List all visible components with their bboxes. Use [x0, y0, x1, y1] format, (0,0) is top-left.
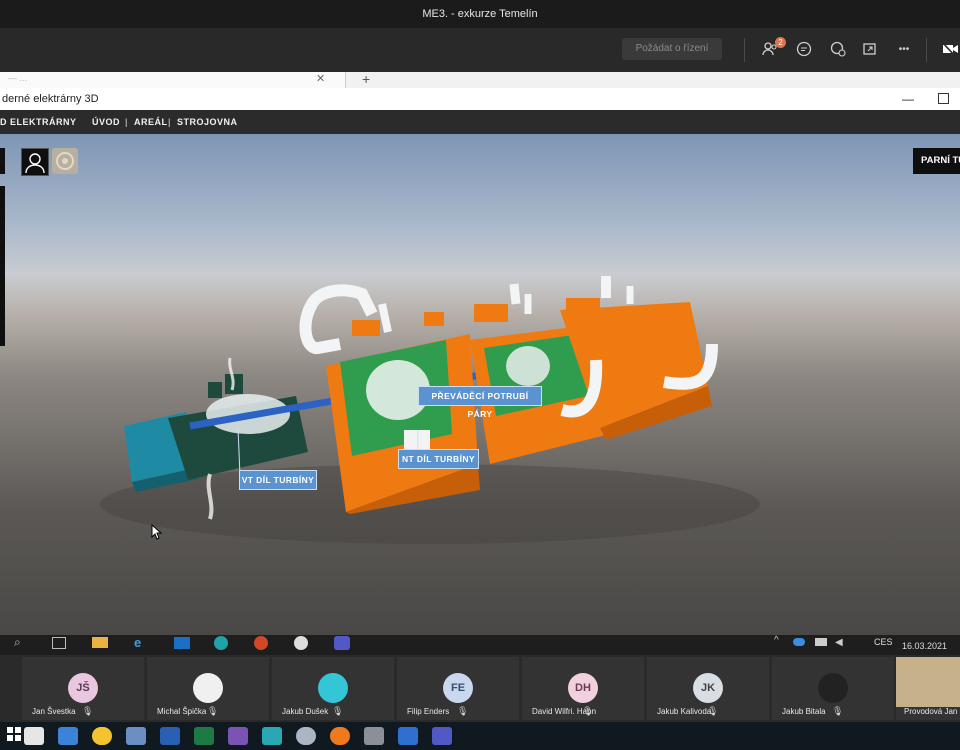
remote-desktop-icon[interactable]: [262, 727, 282, 745]
muted-mic-icon: 🎙: [332, 706, 344, 716]
reactions-icon[interactable]: [828, 40, 848, 60]
participant-name: Filip Enders: [407, 707, 450, 716]
photos-icon[interactable]: [398, 727, 418, 745]
camera-off-icon[interactable]: [940, 40, 960, 60]
store-icon[interactable]: [24, 727, 44, 745]
volume-icon[interactable]: ◀: [835, 637, 843, 648]
chrome-icon[interactable]: [92, 727, 112, 745]
participant-avatar: [896, 657, 960, 707]
participant-tile[interactable]: JŠ Jan Švestka 🎙: [22, 657, 144, 720]
edge-icon[interactable]: [214, 636, 228, 650]
participant-avatar: JŠ: [68, 673, 98, 703]
chat-icon[interactable]: [794, 40, 814, 60]
participant-avatar: [318, 673, 348, 703]
muted-mic-icon: 🎙: [457, 706, 469, 716]
minimize-icon[interactable]: —: [902, 88, 914, 110]
mouse-cursor-icon: [151, 524, 163, 540]
participant-name: Jakub Kalivoda: [657, 707, 712, 716]
file-explorer-icon[interactable]: [92, 637, 108, 648]
app-window-title: derné elektrárny 3D: [2, 93, 99, 105]
turbine-3d-model[interactable]: [0, 134, 960, 635]
label-vt-turbine[interactable]: VT DÍL TURBÍNY: [239, 470, 317, 490]
save-icon[interactable]: [228, 727, 248, 745]
app-brand: D ELEKTRÁRNY: [0, 117, 77, 127]
3d-viewport[interactable]: PARNÍ TU: [0, 134, 960, 635]
muted-mic-icon: 🎙: [832, 706, 844, 716]
tools-icon[interactable]: [296, 727, 316, 745]
powerpoint-icon[interactable]: [254, 636, 268, 650]
clock-date[interactable]: 16.03.2021: [902, 641, 947, 651]
close-tab-icon[interactable]: ✕: [316, 72, 325, 85]
participant-tile[interactable]: Michal Špička 🎙: [147, 657, 269, 720]
outlook-icon[interactable]: [174, 637, 190, 649]
new-tab-button[interactable]: +: [362, 71, 370, 87]
system-tray-row: ⌕ e ^ ◀ CES 16.03.2021: [0, 635, 960, 655]
muted-mic-icon: 🎙: [82, 706, 94, 716]
participant-tile[interactable]: FE Filip Enders 🎙: [397, 657, 519, 720]
menu-separator: |: [168, 117, 172, 127]
participant-tile[interactable]: Provodová Jan: [896, 657, 960, 720]
muted-mic-icon: 🎙: [207, 706, 219, 716]
participant-avatar: JK: [693, 673, 723, 703]
more-options-icon[interactable]: •••: [894, 40, 914, 60]
participant-name: Jakub Dušek: [282, 707, 329, 716]
app-window-titlebar: derné elektrárny 3D —: [0, 88, 960, 110]
app-menu-bar: D ELEKTRÁRNY ÚVOD | AREÁL | STROJOVNA: [0, 110, 960, 134]
app-icon[interactable]: [294, 636, 308, 650]
menu-item-uvod[interactable]: ÚVOD: [92, 110, 120, 134]
share-tray-icon[interactable]: [860, 40, 880, 60]
maximize-icon[interactable]: [938, 93, 949, 104]
excel-icon[interactable]: [194, 727, 214, 745]
participant-avatar: [818, 673, 848, 703]
meeting-toolbar: [0, 28, 960, 72]
participant-tile[interactable]: Jakub Bitala 🎙: [772, 657, 894, 720]
menu-separator: |: [125, 117, 129, 127]
search-icon[interactable]: ⌕: [14, 635, 21, 650]
participant-tile[interactable]: JK Jakub Kalivoda 🎙: [647, 657, 769, 720]
participants-count-badge: 2: [775, 37, 786, 48]
word-icon[interactable]: [160, 727, 180, 745]
muted-mic-icon: 🎙: [707, 706, 719, 716]
calculator-icon[interactable]: [364, 727, 384, 745]
language-indicator[interactable]: CES: [874, 637, 893, 647]
teams-taskbar-icon[interactable]: [432, 727, 452, 745]
tray-chevron-icon[interactable]: ^: [774, 635, 779, 646]
browser-tab-label: — ...: [8, 73, 28, 83]
participant-name: Jakub Bitala: [782, 707, 826, 716]
browser-tab[interactable]: — ... ✕: [0, 72, 346, 88]
participant-tile[interactable]: DH David Wilfri. Hahn 🎙: [522, 657, 644, 720]
firefox-icon[interactable]: [330, 727, 350, 745]
label-steam-transfer-pipe[interactable]: PŘEVÁDĚCÍ POTRUBÍ PÁRY: [418, 386, 542, 419]
toolbar-divider: [744, 38, 745, 62]
participant-name: Provodová Jan: [904, 707, 958, 716]
label-nt-turbine[interactable]: NT DÍL TURBÍNY: [398, 449, 479, 469]
participant-name: Jan Švestka: [32, 707, 76, 716]
participant-avatar: DH: [568, 673, 598, 703]
network-icon[interactable]: [815, 638, 827, 646]
participant-avatar: [193, 673, 223, 703]
onedrive-icon[interactable]: [793, 638, 805, 646]
task-view-icon[interactable]: [52, 637, 66, 649]
toolbar-divider: [926, 38, 927, 62]
menu-item-strojovna[interactable]: STROJOVNA: [177, 110, 238, 134]
windows-start-icon[interactable]: [6, 726, 22, 742]
mail-icon[interactable]: [58, 727, 78, 745]
meeting-title: ME3. - exkurze Temelín: [0, 0, 960, 28]
request-control-button[interactable]: Požádat o řízení: [622, 38, 722, 60]
participant-avatar: FE: [443, 673, 473, 703]
muted-mic-icon: 🎙: [582, 706, 594, 716]
participant-tile[interactable]: Jakub Dušek 🎙: [272, 657, 394, 720]
menu-item-areal[interactable]: AREÁL: [134, 110, 168, 134]
teams-icon[interactable]: [334, 636, 350, 650]
network-drive-icon[interactable]: [126, 727, 146, 745]
edge-legacy-icon[interactable]: e: [134, 635, 141, 650]
participant-name: Michal Špička: [157, 707, 207, 716]
